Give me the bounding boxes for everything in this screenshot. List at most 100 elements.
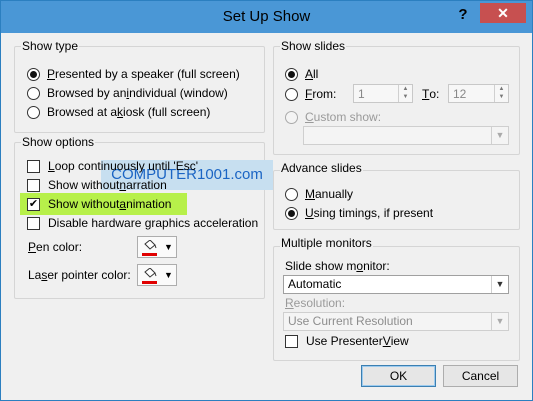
from-slide-stepper[interactable]: 1 ▲ ▼	[353, 84, 413, 103]
radio-button[interactable]	[27, 105, 40, 119]
checkbox[interactable]	[27, 159, 40, 173]
label: iew	[390, 334, 409, 348]
option-all-slides[interactable]: All	[285, 65, 318, 83]
option-custom-show[interactable]: Custom show:	[285, 108, 381, 126]
label: V	[382, 334, 391, 348]
advance-slides-title: Advance slides	[280, 161, 363, 175]
option-browsed-kiosk[interactable]: Browsed at a k iosk (full screen)	[27, 103, 210, 121]
custom-show-dropdown[interactable]: ▼	[303, 126, 509, 145]
paint-bucket-icon	[144, 268, 157, 278]
cancel-button[interactable]: Cancel	[443, 365, 518, 387]
ok-button[interactable]: OK	[361, 365, 436, 387]
label: F	[305, 87, 313, 101]
radio-button[interactable]	[285, 187, 298, 201]
chevron-down-icon: ▼	[491, 127, 508, 144]
label: A	[305, 67, 314, 81]
radio-button[interactable]	[285, 206, 298, 220]
title-bar: Set Up Show ? ✕	[1, 1, 532, 33]
stepper-arrows-icon[interactable]: ▲ ▼	[398, 85, 412, 102]
label: Show without	[48, 197, 120, 211]
resolution-dropdown[interactable]: Use Current Resolution ▼	[283, 312, 509, 331]
label: rom:	[312, 87, 337, 101]
label: iosk (full screen)	[123, 105, 211, 119]
to-value: 12	[453, 87, 467, 101]
label: n	[119, 178, 127, 192]
resolution-label: Resolution:	[285, 294, 345, 312]
checkbox[interactable]: ✔	[27, 197, 40, 211]
pen-color-button[interactable]: ▼	[137, 236, 177, 258]
label: M	[305, 187, 315, 201]
paint-bucket-icon	[144, 240, 157, 250]
label: sing timings, if present	[313, 206, 434, 220]
checkbox-use-presenter-view[interactable]: Use Presenter View	[285, 332, 409, 350]
label: P	[28, 240, 37, 254]
option-from-slide[interactable]: From:	[285, 85, 336, 103]
label: esolution:	[293, 296, 346, 310]
show-options-title: Show options	[21, 135, 96, 149]
radio-button[interactable]	[285, 67, 298, 81]
radio-button[interactable]	[285, 87, 298, 101]
label: R	[285, 296, 294, 310]
label: Browsed at a	[47, 105, 118, 119]
label: P	[47, 67, 56, 81]
slide-show-monitor-label: Slide show m o nitor:	[285, 257, 390, 275]
pen-color-label: Pen color:	[28, 238, 82, 256]
label: arration	[126, 178, 167, 192]
label: ndividual (window)	[129, 86, 228, 100]
label: nimation	[126, 197, 172, 211]
label: oop continuously until 'Esc'	[54, 159, 199, 173]
to-label: To:	[422, 85, 439, 103]
show-slides-title: Show slides	[280, 39, 347, 53]
label: nitor:	[363, 259, 390, 273]
label: Browsed by an	[47, 86, 127, 100]
label: L	[48, 159, 55, 173]
label: Use Presenter	[306, 334, 383, 348]
label: a	[119, 197, 127, 211]
label: o	[356, 259, 364, 273]
resolution-value: Use Current Resolution	[288, 314, 413, 328]
checkbox-without-animation[interactable]: ✔ Show without a nimation	[27, 195, 171, 213]
label: resented by a speaker (full screen)	[55, 67, 240, 81]
label: ustom show:	[313, 110, 382, 124]
laser-color-button[interactable]: ▼	[137, 264, 177, 286]
label: Disable hardware graphics acceleration	[48, 216, 259, 230]
multiple-monitors-title: Multiple monitors	[280, 236, 373, 250]
checkbox-without-narration[interactable]: Show without n arration	[27, 176, 167, 194]
laser-color-label: La s er pointer color:	[28, 266, 131, 284]
label: U	[305, 206, 314, 220]
label: er pointer color:	[47, 268, 131, 282]
checkbox-disable-hardware-acceleration[interactable]: Disable hardware graphics acceleration	[27, 214, 258, 232]
checkbox[interactable]	[27, 178, 40, 192]
label: La	[28, 268, 42, 282]
chevron-down-icon: ▼	[491, 313, 508, 330]
label: T	[422, 87, 430, 101]
to-slide-stepper[interactable]: 12 ▲ ▼	[448, 84, 509, 103]
color-swatch	[142, 253, 157, 256]
radio-button[interactable]	[285, 110, 298, 124]
stepper-arrows-icon[interactable]: ▲ ▼	[494, 85, 508, 102]
label: C	[305, 110, 314, 124]
label: ll	[313, 67, 319, 81]
label: o:	[429, 87, 440, 101]
label: anually	[315, 187, 354, 201]
radio-button[interactable]	[27, 86, 40, 100]
from-value: 1	[358, 87, 365, 101]
checkbox-loop-continuously[interactable]: Loop continuously until 'Esc'	[27, 157, 198, 175]
label: Slide show m	[285, 259, 357, 273]
show-type-title: Show type	[21, 39, 80, 53]
chevron-down-icon: ▼	[491, 276, 508, 293]
option-browsed-individual[interactable]: Browsed by an i ndividual (window)	[27, 84, 228, 102]
set-up-show-dialog: Set Up Show ? ✕ Show type Presented by a…	[0, 0, 533, 401]
option-presented-by-speaker[interactable]: Presented by a speaker (full screen)	[27, 65, 240, 83]
close-button[interactable]: ✕	[480, 3, 526, 23]
chevron-down-icon: ▼	[164, 270, 173, 280]
label: en color:	[36, 240, 83, 254]
dialog-content: Show type Presented by a speaker (full s…	[1, 33, 532, 400]
option-manually[interactable]: Manually	[285, 185, 353, 203]
option-using-timings[interactable]: Using timings, if present	[285, 204, 433, 222]
checkbox[interactable]	[27, 216, 40, 230]
slide-show-monitor-dropdown[interactable]: Automatic ▼	[283, 275, 509, 294]
radio-button[interactable]	[27, 67, 40, 81]
checkbox[interactable]	[285, 334, 298, 348]
help-button[interactable]: ?	[451, 4, 475, 26]
